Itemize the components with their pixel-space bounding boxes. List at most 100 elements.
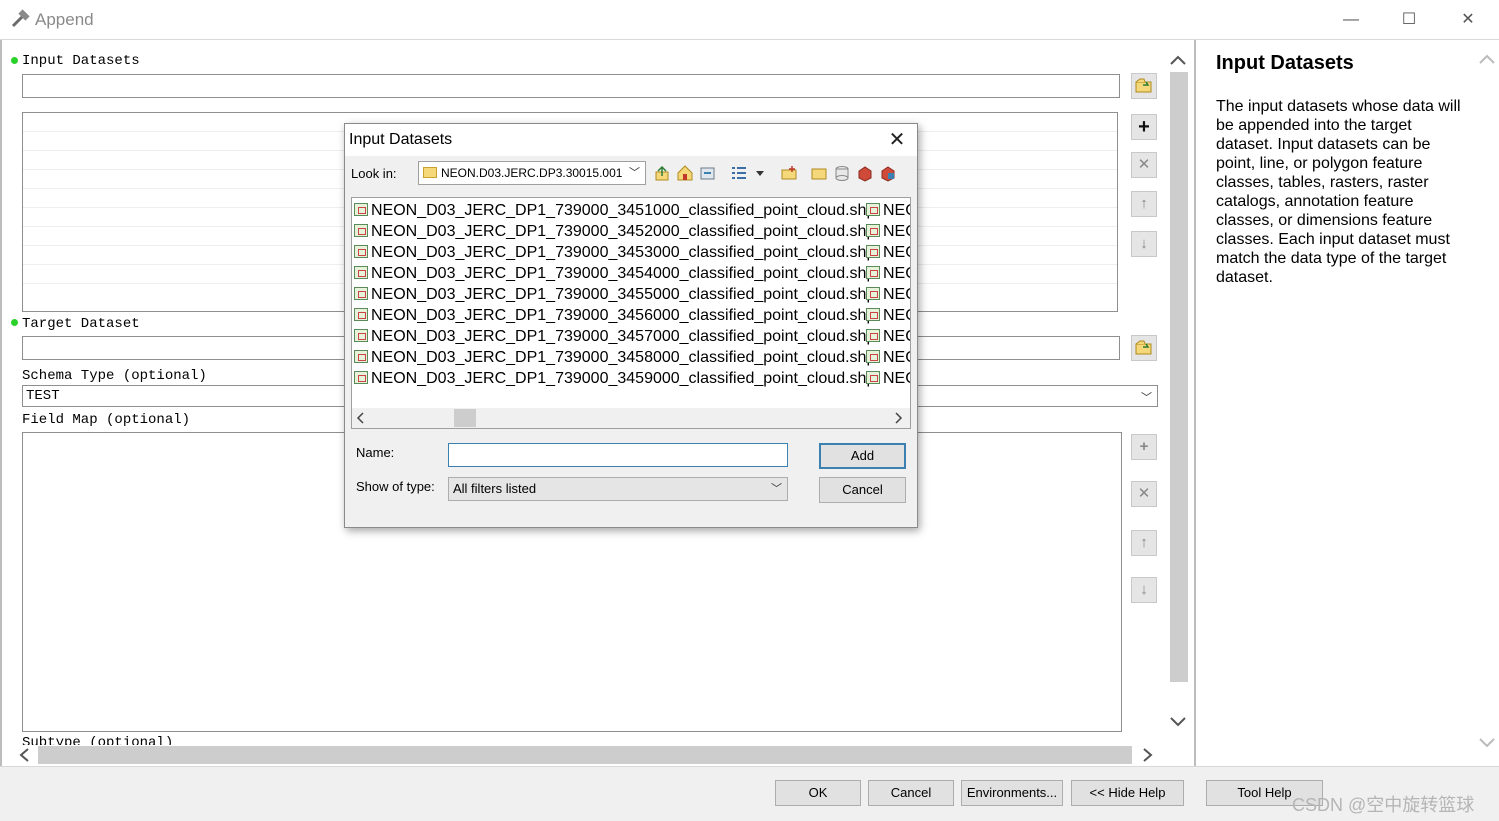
field-map-label: Field Map (optional) bbox=[22, 412, 191, 428]
shapefile-icon bbox=[866, 287, 880, 300]
shapefile-icon bbox=[354, 266, 368, 279]
file-list-item[interactable]: NEON_D03_JERC_DP1_739000_3455000_classif… bbox=[354, 284, 875, 305]
plus-icon: + bbox=[1139, 438, 1149, 455]
shapefile-icon bbox=[866, 245, 880, 258]
look-in-select[interactable]: NEON.D03.JERC.DP3.30015.001 ﹀ bbox=[418, 161, 646, 185]
file-list-item[interactable]: NEC bbox=[866, 242, 910, 263]
new-folder-icon[interactable] bbox=[780, 164, 798, 182]
file-list-item[interactable]: NEON_D03_JERC_DP1_739000_3458000_classif… bbox=[354, 347, 875, 368]
browse-folder-button[interactable] bbox=[1131, 73, 1157, 99]
file-list-item[interactable]: NEC bbox=[866, 326, 910, 347]
field-map-up-button[interactable]: ↑ bbox=[1131, 530, 1157, 556]
file-list-item[interactable]: NEON_D03_JERC_DP1_739000_3457000_classif… bbox=[354, 326, 875, 347]
chevron-up-icon[interactable] bbox=[1477, 52, 1497, 66]
file-list-scrollbar[interactable] bbox=[352, 408, 910, 428]
shapefile-icon bbox=[354, 224, 368, 237]
file-list-item[interactable]: NEC bbox=[866, 347, 910, 368]
form-horizontal-scrollbar[interactable] bbox=[16, 744, 1160, 766]
file-list-item[interactable]: NEC bbox=[866, 263, 910, 284]
arrow-up-icon: ↑ bbox=[1140, 195, 1148, 212]
input-datasets-field[interactable] bbox=[22, 74, 1120, 98]
view-list-icon[interactable] bbox=[730, 164, 748, 182]
file-name: NEC bbox=[883, 307, 910, 324]
file-list-item[interactable]: NEON_D03_JERC_DP1_739000_3454000_classif… bbox=[354, 263, 875, 284]
shapefile-icon bbox=[866, 224, 880, 237]
file-list-item[interactable]: NEON_D03_JERC_DP1_739000_3451000_classif… bbox=[354, 200, 875, 221]
file-list-item[interactable]: NEON_D03_JERC_DP1_739000_3452000_classif… bbox=[354, 221, 875, 242]
folder-icon[interactable] bbox=[810, 164, 828, 182]
required-dot-icon bbox=[11, 57, 18, 64]
plus-icon: + bbox=[1138, 116, 1150, 138]
show-of-type-select[interactable]: All filters listed ﹀ bbox=[448, 477, 788, 501]
file-list-item[interactable]: NEC bbox=[866, 305, 910, 326]
schema-type-value: TEST bbox=[26, 388, 60, 404]
file-name: NEON_D03_JERC_DP1_739000_3453000_classif… bbox=[371, 244, 876, 261]
file-name: NEC bbox=[883, 328, 910, 345]
file-name: NEON_D03_JERC_DP1_739000_3457000_classif… bbox=[371, 328, 876, 345]
help-pane: Input Datasets The input datasets whose … bbox=[1194, 40, 1499, 766]
chevron-right-icon bbox=[895, 412, 903, 424]
maximize-button[interactable]: ☐ bbox=[1394, 8, 1424, 32]
environments-button[interactable]: Environments... bbox=[961, 780, 1063, 806]
shapefile-icon bbox=[354, 371, 368, 384]
hide-help-button[interactable]: << Hide Help bbox=[1071, 780, 1184, 806]
chevron-up-icon bbox=[1170, 55, 1186, 65]
scroll-thumb[interactable] bbox=[1170, 72, 1188, 682]
dialog-title: Input Datasets bbox=[349, 131, 453, 148]
add-button[interactable]: Add bbox=[819, 443, 906, 469]
chevron-right-icon bbox=[1143, 748, 1153, 762]
minimize-button[interactable]: — bbox=[1336, 8, 1366, 32]
shapefile-icon bbox=[866, 350, 880, 363]
chevron-down-icon: ﹀ bbox=[771, 483, 782, 495]
file-list-item[interactable]: NEC bbox=[866, 200, 910, 221]
database-icon[interactable] bbox=[833, 164, 851, 182]
arrow-up-icon: ↑ bbox=[1140, 534, 1148, 551]
dialog-close-button[interactable]: ✕ bbox=[883, 126, 911, 154]
file-list-item[interactable]: NEC bbox=[866, 368, 910, 389]
field-map-down-button[interactable]: ↓ bbox=[1131, 577, 1157, 603]
shapefile-icon bbox=[354, 308, 368, 321]
toolbox-blue-icon[interactable] bbox=[879, 164, 897, 182]
move-down-button[interactable]: ↓ bbox=[1131, 231, 1157, 257]
shapefile-icon bbox=[866, 203, 880, 216]
home-icon[interactable] bbox=[676, 164, 694, 182]
file-list-item[interactable]: NEON_D03_JERC_DP1_739000_3459000_classif… bbox=[354, 368, 875, 389]
chevron-down-icon[interactable] bbox=[1477, 736, 1497, 750]
scroll-thumb[interactable] bbox=[38, 746, 1132, 764]
file-name: NEON_D03_JERC_DP1_739000_3451000_classif… bbox=[371, 202, 876, 219]
file-list-item[interactable]: NEON_D03_JERC_DP1_739000_3453000_classif… bbox=[354, 242, 875, 263]
move-up-button[interactable]: ↑ bbox=[1131, 191, 1157, 217]
remove-button[interactable]: ✕ bbox=[1131, 152, 1157, 178]
field-map-add-button[interactable]: + bbox=[1131, 434, 1157, 460]
close-button[interactable]: ✕ bbox=[1453, 8, 1483, 32]
browse-target-button[interactable] bbox=[1131, 335, 1157, 361]
form-vertical-scrollbar[interactable] bbox=[1166, 50, 1190, 740]
shapefile-icon bbox=[354, 350, 368, 363]
view-menu-chevron-icon[interactable] bbox=[751, 164, 769, 182]
name-label: Name: bbox=[356, 445, 395, 460]
add-button[interactable]: + bbox=[1131, 114, 1157, 140]
show-of-type-value: All filters listed bbox=[453, 481, 537, 496]
field-map-remove-button[interactable]: ✕ bbox=[1131, 481, 1157, 507]
dialog-cancel-button[interactable]: Cancel bbox=[819, 477, 906, 503]
file-name: NEC bbox=[883, 202, 910, 219]
ok-button[interactable]: OK bbox=[775, 780, 861, 806]
input-datasets-dialog: Input Datasets ✕ Look in: NEON.D03.JERC.… bbox=[344, 123, 918, 528]
dialog-title-bar: Input Datasets ✕ bbox=[345, 124, 917, 156]
toolbox-red-icon[interactable] bbox=[856, 164, 874, 182]
scroll-thumb[interactable] bbox=[454, 409, 476, 427]
button-bar: OK Cancel Environments... << Hide Help T… bbox=[0, 766, 1499, 821]
file-list-item[interactable]: NEON_D03_JERC_DP1_739000_3456000_classif… bbox=[354, 305, 875, 326]
file-name: NEC bbox=[883, 286, 910, 303]
shapefile-icon bbox=[354, 245, 368, 258]
up-one-level-icon[interactable] bbox=[653, 164, 671, 182]
cancel-button[interactable]: Cancel bbox=[868, 780, 954, 806]
connect-folder-icon[interactable] bbox=[699, 164, 717, 182]
file-list-item[interactable]: NEC bbox=[866, 284, 910, 305]
look-in-label: Look in: bbox=[351, 166, 397, 181]
shapefile-icon bbox=[866, 329, 880, 342]
file-list-item[interactable]: NEC bbox=[866, 221, 910, 242]
file-list[interactable]: NEON_D03_JERC_DP1_739000_3451000_classif… bbox=[351, 197, 911, 429]
chevron-left-icon bbox=[19, 748, 29, 762]
name-input[interactable] bbox=[448, 443, 788, 467]
